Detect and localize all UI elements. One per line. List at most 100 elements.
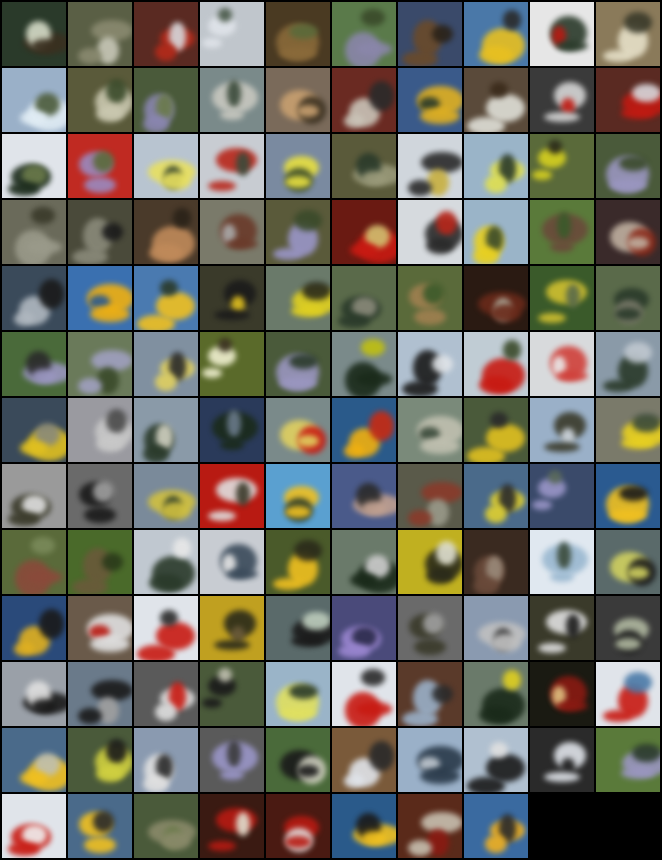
sample-tile bbox=[68, 794, 132, 858]
sample-tile bbox=[2, 332, 66, 396]
sample-tile bbox=[530, 662, 594, 726]
sample-tile bbox=[464, 596, 528, 660]
sample-tile bbox=[398, 662, 462, 726]
sample-tile bbox=[200, 728, 264, 792]
sample-tile bbox=[266, 464, 330, 528]
sample-tile bbox=[332, 398, 396, 462]
sample-tile bbox=[464, 662, 528, 726]
sample-tile bbox=[200, 464, 264, 528]
sample-tile bbox=[332, 464, 396, 528]
sample-tile bbox=[596, 2, 660, 66]
sample-tile bbox=[398, 68, 462, 132]
sample-tile bbox=[200, 794, 264, 858]
sample-tile bbox=[398, 596, 462, 660]
sample-tile bbox=[2, 266, 66, 330]
sample-tile bbox=[332, 332, 396, 396]
sample-tile bbox=[134, 68, 198, 132]
sample-tile bbox=[398, 398, 462, 462]
sample-tile bbox=[464, 2, 528, 66]
sample-tile bbox=[134, 398, 198, 462]
sample-tile bbox=[266, 332, 330, 396]
sample-tile bbox=[464, 68, 528, 132]
sample-tile bbox=[266, 398, 330, 462]
sample-tile bbox=[596, 596, 660, 660]
sample-tile bbox=[200, 266, 264, 330]
sample-tile bbox=[332, 794, 396, 858]
sample-tile bbox=[266, 728, 330, 792]
sample-tile bbox=[2, 794, 66, 858]
sample-tile bbox=[530, 68, 594, 132]
sample-tile bbox=[398, 794, 462, 858]
sample-tile bbox=[2, 728, 66, 792]
sample-tile bbox=[530, 596, 594, 660]
sample-tile bbox=[596, 728, 660, 792]
sample-tile bbox=[134, 464, 198, 528]
sample-tile bbox=[134, 2, 198, 66]
sample-tile bbox=[200, 398, 264, 462]
sample-tile bbox=[200, 530, 264, 594]
sample-tile bbox=[68, 398, 132, 462]
sample-tile bbox=[68, 332, 132, 396]
sample-tile bbox=[2, 464, 66, 528]
sample-tile bbox=[596, 464, 660, 528]
generated-sample-grid bbox=[0, 0, 662, 860]
sample-tile bbox=[464, 398, 528, 462]
sample-tile bbox=[266, 134, 330, 198]
sample-tile bbox=[464, 530, 528, 594]
sample-tile bbox=[266, 266, 330, 330]
sample-tile bbox=[530, 200, 594, 264]
sample-tile bbox=[332, 266, 396, 330]
sample-tile bbox=[530, 530, 594, 594]
sample-tile bbox=[464, 266, 528, 330]
sample-tile bbox=[134, 332, 198, 396]
sample-tile bbox=[200, 68, 264, 132]
sample-tile bbox=[68, 662, 132, 726]
sample-tile bbox=[134, 134, 198, 198]
sample-tile bbox=[398, 134, 462, 198]
sample-tile bbox=[266, 662, 330, 726]
sample-tile bbox=[68, 2, 132, 66]
sample-tile bbox=[464, 332, 528, 396]
sample-tile bbox=[398, 728, 462, 792]
sample-tile bbox=[200, 332, 264, 396]
sample-tile bbox=[266, 2, 330, 66]
sample-tile bbox=[596, 266, 660, 330]
sample-tile bbox=[464, 464, 528, 528]
sample-tile bbox=[596, 662, 660, 726]
sample-tile bbox=[134, 530, 198, 594]
sample-tile bbox=[464, 134, 528, 198]
sample-tile bbox=[68, 68, 132, 132]
sample-tile bbox=[2, 398, 66, 462]
sample-tile bbox=[200, 596, 264, 660]
sample-tile bbox=[134, 200, 198, 264]
sample-tile bbox=[200, 134, 264, 198]
sample-tile bbox=[332, 596, 396, 660]
sample-tile bbox=[464, 728, 528, 792]
sample-tile bbox=[596, 200, 660, 264]
sample-tile bbox=[596, 398, 660, 462]
sample-tile bbox=[530, 134, 594, 198]
sample-tile bbox=[530, 332, 594, 396]
sample-tile bbox=[2, 530, 66, 594]
sample-tile bbox=[530, 728, 594, 792]
sample-tile bbox=[530, 266, 594, 330]
sample-tile bbox=[596, 134, 660, 198]
sample-tile bbox=[398, 332, 462, 396]
sample-tile bbox=[398, 2, 462, 66]
sample-tile bbox=[464, 200, 528, 264]
sample-tile bbox=[332, 68, 396, 132]
sample-tile bbox=[68, 266, 132, 330]
sample-tile bbox=[266, 596, 330, 660]
sample-tile bbox=[596, 530, 660, 594]
sample-tile bbox=[2, 134, 66, 198]
sample-tile bbox=[530, 398, 594, 462]
sample-tile bbox=[398, 266, 462, 330]
sample-tile bbox=[2, 662, 66, 726]
sample-tile bbox=[200, 2, 264, 66]
sample-tile bbox=[68, 728, 132, 792]
sample-tile bbox=[596, 332, 660, 396]
sample-tile bbox=[2, 596, 66, 660]
sample-tile bbox=[266, 794, 330, 858]
sample-tile bbox=[332, 662, 396, 726]
sample-tile bbox=[134, 728, 198, 792]
